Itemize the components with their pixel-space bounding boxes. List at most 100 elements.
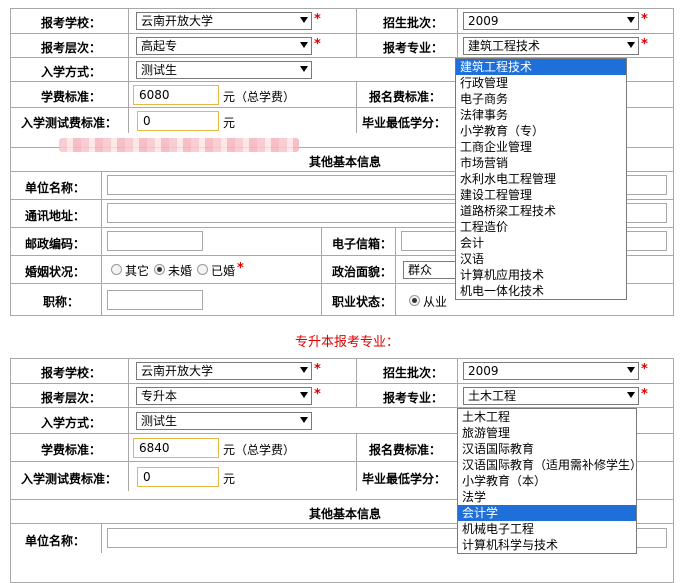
dropdown-option[interactable]: 计算机应用技术 [456,267,626,283]
unit-label: 单位名称： [25,181,86,195]
level-select[interactable]: 高起专 [136,37,312,55]
entry-select[interactable]: 测试生 [136,61,312,79]
radio-unmarried[interactable] [154,264,165,275]
job-status-employed: 从业 [423,295,448,309]
entry-label: 入学方式： [41,65,102,79]
title-input[interactable] [107,290,203,310]
school-label: 报考学校： [41,16,102,30]
divider [356,384,357,407]
major-value: 建筑工程技术 [468,39,541,53]
fee-label: 学费标准： [41,443,102,457]
required-mark: * [641,362,648,377]
major-select[interactable]: 建筑工程技术 [463,37,639,55]
divider [356,462,357,491]
dropdown-option[interactable]: 小学教育（专） [456,123,626,139]
major-select[interactable]: 土木工程 [463,387,639,405]
divider [356,108,357,133]
fee-unit: 元（总学费） [223,90,296,104]
chevron-down-icon [300,392,308,398]
dropdown-option[interactable]: 小学教育（本） [458,473,636,489]
dropdown-option[interactable]: 工程造价 [456,219,626,235]
divider [101,284,102,316]
chevron-down-icon [627,17,635,23]
postcode-input[interactable] [107,231,203,251]
reg-fee-label: 报名费标准： [369,90,442,104]
min-credit-label: 毕业最低学分： [362,472,447,486]
divider [395,256,396,283]
dropdown-option[interactable]: 机电一体化技术 [456,283,626,299]
required-mark: * [641,387,648,402]
divider [356,34,357,57]
major-value: 土木工程 [468,389,517,403]
divider [128,108,129,133]
major-label: 报考专业： [383,391,444,405]
test-fee-unit: 元 [223,116,236,130]
fee-input[interactable]: 6080 [133,85,219,105]
divider [457,384,458,407]
school-select[interactable]: 云南开放大学 [136,12,312,30]
radio-married[interactable] [197,264,208,275]
dropdown-option[interactable]: 计算机科学与技术 [458,537,636,553]
batch-value: 2009 [468,364,499,378]
other-info-title: 其他基本信息 [309,507,382,521]
political-value: 群众 [408,263,433,277]
dropdown-option[interactable]: 土木工程 [458,409,636,425]
dropdown-option[interactable]: 建筑工程技术 [456,59,626,75]
divider [395,284,396,316]
dropdown-option[interactable]: 会计 [456,235,626,251]
dropdown-option[interactable]: 汉语 [456,251,626,267]
dropdown-option[interactable]: 法学 [458,489,636,505]
batch-value: 2009 [468,14,499,28]
batch-select[interactable]: 2009 [463,362,639,380]
fee-input[interactable]: 6840 [133,438,219,458]
dropdown-option[interactable]: 水利水电工程管理 [456,171,626,187]
marital-label: 婚姻状况： [25,265,86,279]
major-dropdown-list[interactable]: 建筑工程技术 行政管理 电子商务 法律事务 小学教育（专） 工商企业管理 市场营… [455,58,627,300]
chevron-down-icon [300,66,308,72]
divider [321,256,322,283]
test-fee-input[interactable]: 0 [137,111,219,131]
address-label: 通讯地址： [25,209,86,223]
divider [128,34,129,57]
divider [457,34,458,57]
entry-label: 入学方式： [41,416,102,430]
batch-select[interactable]: 2009 [463,12,639,30]
dropdown-option[interactable]: 建设工程管理 [456,187,626,203]
dropdown-option[interactable]: 工商企业管理 [456,139,626,155]
required-mark: * [641,37,648,52]
test-fee-input[interactable]: 0 [137,467,219,487]
dropdown-option[interactable]: 会计学 [458,505,636,521]
radio-employed[interactable] [409,295,420,306]
major-label: 报考专业： [383,41,444,55]
divider [101,524,102,553]
dropdown-option[interactable]: 旅游管理 [458,425,636,441]
dropdown-option[interactable]: 汉语国际教育 [458,441,636,457]
divider [457,359,458,383]
chevron-down-icon [627,42,635,48]
dropdown-option[interactable]: 行政管理 [456,75,626,91]
dropdown-option[interactable]: 法律事务 [456,107,626,123]
dropdown-option[interactable]: 市场营销 [456,155,626,171]
required-mark: * [314,362,321,377]
entry-value: 测试生 [141,63,178,77]
title-label: 职称： [43,295,80,309]
divider [128,434,129,461]
divider [128,384,129,407]
dropdown-option[interactable]: 道路桥梁工程技术 [456,203,626,219]
marital-option-unmarried: 未婚 [168,264,193,278]
marital-option-other: 其它 [125,264,150,278]
radio-other[interactable] [111,264,122,275]
dropdown-option[interactable]: 机械电子工程 [458,521,636,537]
divider [321,228,322,255]
row-level: 报考层次： 专升本 * 报考专业： 土木工程 * [11,383,673,407]
level-label: 报考层次： [41,41,102,55]
dropdown-option[interactable]: 汉语国际教育（适用需补修学生） [458,457,642,473]
school-select[interactable]: 云南开放大学 [136,362,312,380]
entry-select[interactable]: 测试生 [136,412,312,430]
school-label: 报考学校： [41,366,102,380]
level-select[interactable]: 专升本 [136,387,312,405]
divider [356,359,357,383]
dropdown-option[interactable]: 电子商务 [456,91,626,107]
major-dropdown-list[interactable]: 土木工程 旅游管理 汉语国际教育 汉语国际教育（适用需补修学生） 小学教育（本）… [457,408,642,554]
political-label: 政治面貌： [332,265,393,279]
